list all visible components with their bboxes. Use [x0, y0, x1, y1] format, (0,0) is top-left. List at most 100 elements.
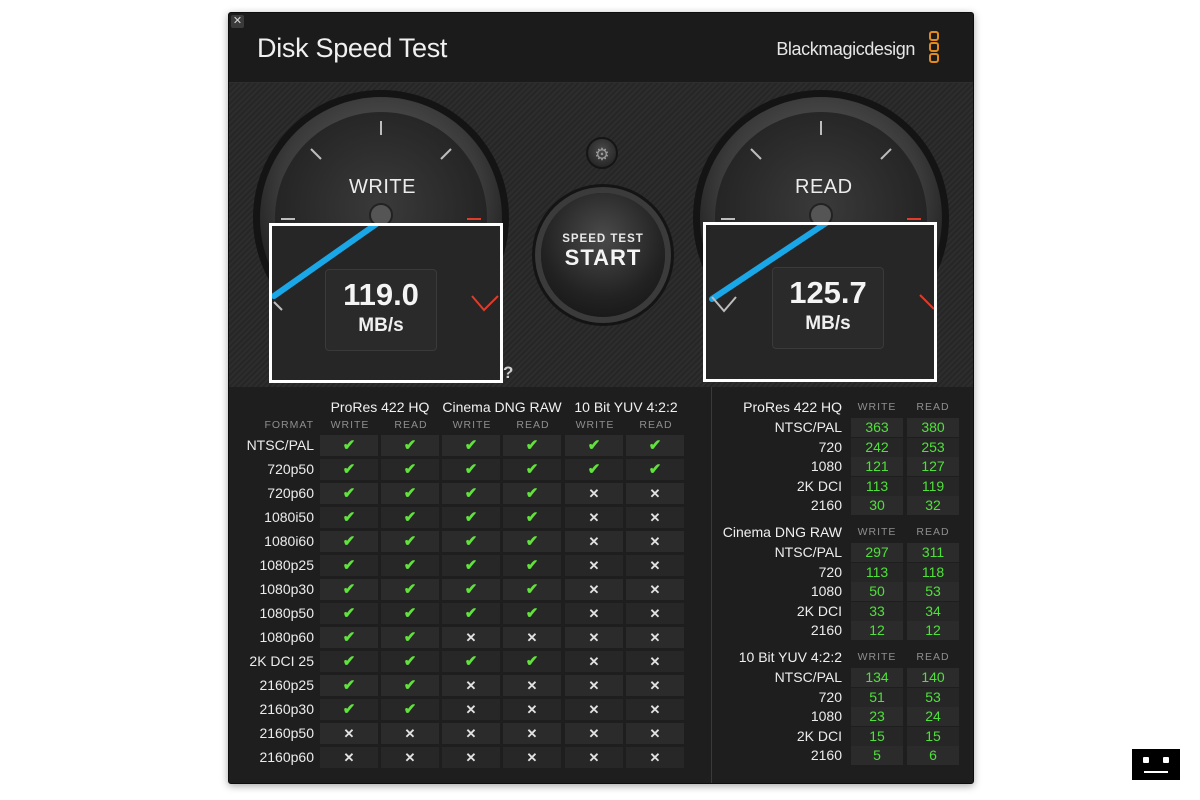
gear-icon[interactable]: ⚙	[586, 137, 618, 169]
checkmark-icon: ✔	[503, 435, 561, 456]
compat-row-label: 2160p50	[259, 725, 314, 741]
results-write-value: 5	[851, 746, 903, 766]
results-row-label: 1080	[810, 708, 842, 725]
cross-icon: ✕	[503, 627, 561, 648]
checkmark-icon: ✔	[442, 603, 500, 624]
results-row-label: 2K DCI	[796, 477, 842, 494]
results-row-label: 2160	[810, 622, 842, 639]
compat-row-label: 2160p60	[259, 749, 314, 765]
results-write-value: 50	[851, 582, 903, 602]
checkmark-icon: ✔	[381, 675, 439, 696]
cross-icon: ✕	[565, 507, 623, 528]
cross-icon: ✕	[503, 747, 561, 768]
compat-group-cinema-dng: Cinema DNG RAW	[442, 399, 562, 415]
results-write-value: 33	[851, 601, 903, 621]
checkmark-icon: ✔	[503, 555, 561, 576]
cross-icon: ✕	[626, 723, 684, 744]
checkmark-icon: ✔	[565, 435, 623, 456]
read-readout-highlight: 125.7 MB/s	[703, 222, 937, 382]
results-write-value: 12	[851, 621, 903, 641]
checkmark-icon: ✔	[503, 603, 561, 624]
cross-icon: ✕	[626, 699, 684, 720]
results-read-value: 119	[907, 476, 959, 496]
start-button-caption: SPEED TEST	[562, 233, 644, 245]
results-sub-header: READ	[916, 401, 950, 413]
cross-icon: ✕	[503, 723, 561, 744]
cross-icon: ✕	[626, 555, 684, 576]
cross-icon: ✕	[626, 675, 684, 696]
checkmark-icon: ✔	[381, 435, 439, 456]
cross-icon: ✕	[626, 531, 684, 552]
results-read-value: 12	[907, 621, 959, 641]
results-read-value: 253	[907, 437, 959, 457]
results-group-title: 10 Bit YUV 4:2:2	[738, 649, 842, 665]
robot-face-icon[interactable]	[1132, 749, 1180, 780]
compat-row-label: 1080p50	[259, 605, 314, 621]
compat-sub-header: READ	[394, 419, 428, 431]
start-button-label: START	[564, 245, 642, 270]
checkmark-icon: ✔	[442, 651, 500, 672]
compat-row-label: NTSC/PAL	[246, 437, 314, 453]
compat-row-label: 720p60	[267, 485, 314, 501]
cross-icon: ✕	[381, 723, 439, 744]
results-panel: ProRes 422 HQ Cinema DNG RAW 10 Bit YUV …	[229, 387, 973, 783]
compat-row-label: 1080i60	[264, 533, 314, 549]
cross-icon: ✕	[565, 627, 623, 648]
results-row-label: 1080	[810, 458, 842, 475]
write-speed-unit: MB/s	[358, 315, 404, 336]
checkmark-icon: ✔	[381, 555, 439, 576]
checkmark-icon: ✔	[503, 579, 561, 600]
results-read-value: 34	[907, 601, 959, 621]
compat-row-label: 2160p30	[259, 701, 314, 717]
results-write-value: 363	[851, 418, 903, 437]
compat-sub-header: READ	[639, 419, 673, 431]
write-readout-highlight: 119.0 MB/s	[269, 223, 503, 383]
compat-sub-header: WRITE	[330, 419, 370, 431]
compat-row-label: 720p50	[267, 461, 314, 477]
checkmark-icon: ✔	[320, 507, 378, 528]
results-read-value: 380	[907, 418, 959, 437]
brand-name: Blackmagicdesign	[776, 39, 915, 59]
results-sub-header: WRITE	[857, 526, 897, 538]
checkmark-icon: ✔	[320, 579, 378, 600]
checkmark-icon: ✔	[320, 555, 378, 576]
write-speed-value: 119.0	[343, 277, 419, 312]
speed-test-start-button[interactable]: SPEED TEST START	[541, 193, 665, 317]
results-write-value: 51	[851, 687, 903, 707]
checkmark-icon: ✔	[320, 531, 378, 552]
cross-icon: ✕	[320, 723, 378, 744]
compat-row-label: 1080p60	[259, 629, 314, 645]
results-write-value: 134	[851, 668, 903, 687]
checkmark-icon: ✔	[381, 651, 439, 672]
cross-icon: ✕	[626, 483, 684, 504]
cross-icon: ✕	[626, 747, 684, 768]
checkmark-icon: ✔	[381, 579, 439, 600]
results-sub-header: WRITE	[857, 651, 897, 663]
compat-row-label: 2160p25	[259, 677, 314, 693]
disk-speed-test-window: ✕ Disk Speed Test Blackmagicdesign WRITE…	[228, 12, 974, 784]
cross-icon: ✕	[442, 747, 500, 768]
checkmark-icon: ✔	[381, 483, 439, 504]
close-icon[interactable]: ✕	[231, 15, 244, 28]
checkmark-icon: ✔	[381, 627, 439, 648]
checkmark-icon: ✔	[503, 531, 561, 552]
results-row-label: 1080	[810, 583, 842, 600]
checkmark-icon: ✔	[442, 579, 500, 600]
checkmark-icon: ✔	[320, 675, 378, 696]
checkmark-icon: ✔	[320, 459, 378, 480]
results-sub-header: READ	[916, 651, 950, 663]
results-write-value: 297	[851, 543, 903, 562]
results-row-label: 720	[818, 438, 842, 455]
results-read-value: 53	[907, 687, 959, 707]
read-speed-value: 125.7	[789, 275, 867, 310]
checkmark-icon: ✔	[503, 651, 561, 672]
compat-group-10bit-yuv: 10 Bit YUV 4:2:2	[574, 399, 678, 415]
help-question-icon[interactable]: ?	[503, 363, 513, 383]
compat-sub-header: WRITE	[452, 419, 492, 431]
results-write-value: 113	[851, 476, 903, 496]
results-row-label: 720	[818, 688, 842, 705]
results-group-title: ProRes 422 HQ	[743, 399, 842, 415]
results-row-label: NTSC/PAL	[774, 419, 842, 435]
results-row-label: 2K DCI	[796, 602, 842, 619]
checkmark-icon: ✔	[442, 483, 500, 504]
